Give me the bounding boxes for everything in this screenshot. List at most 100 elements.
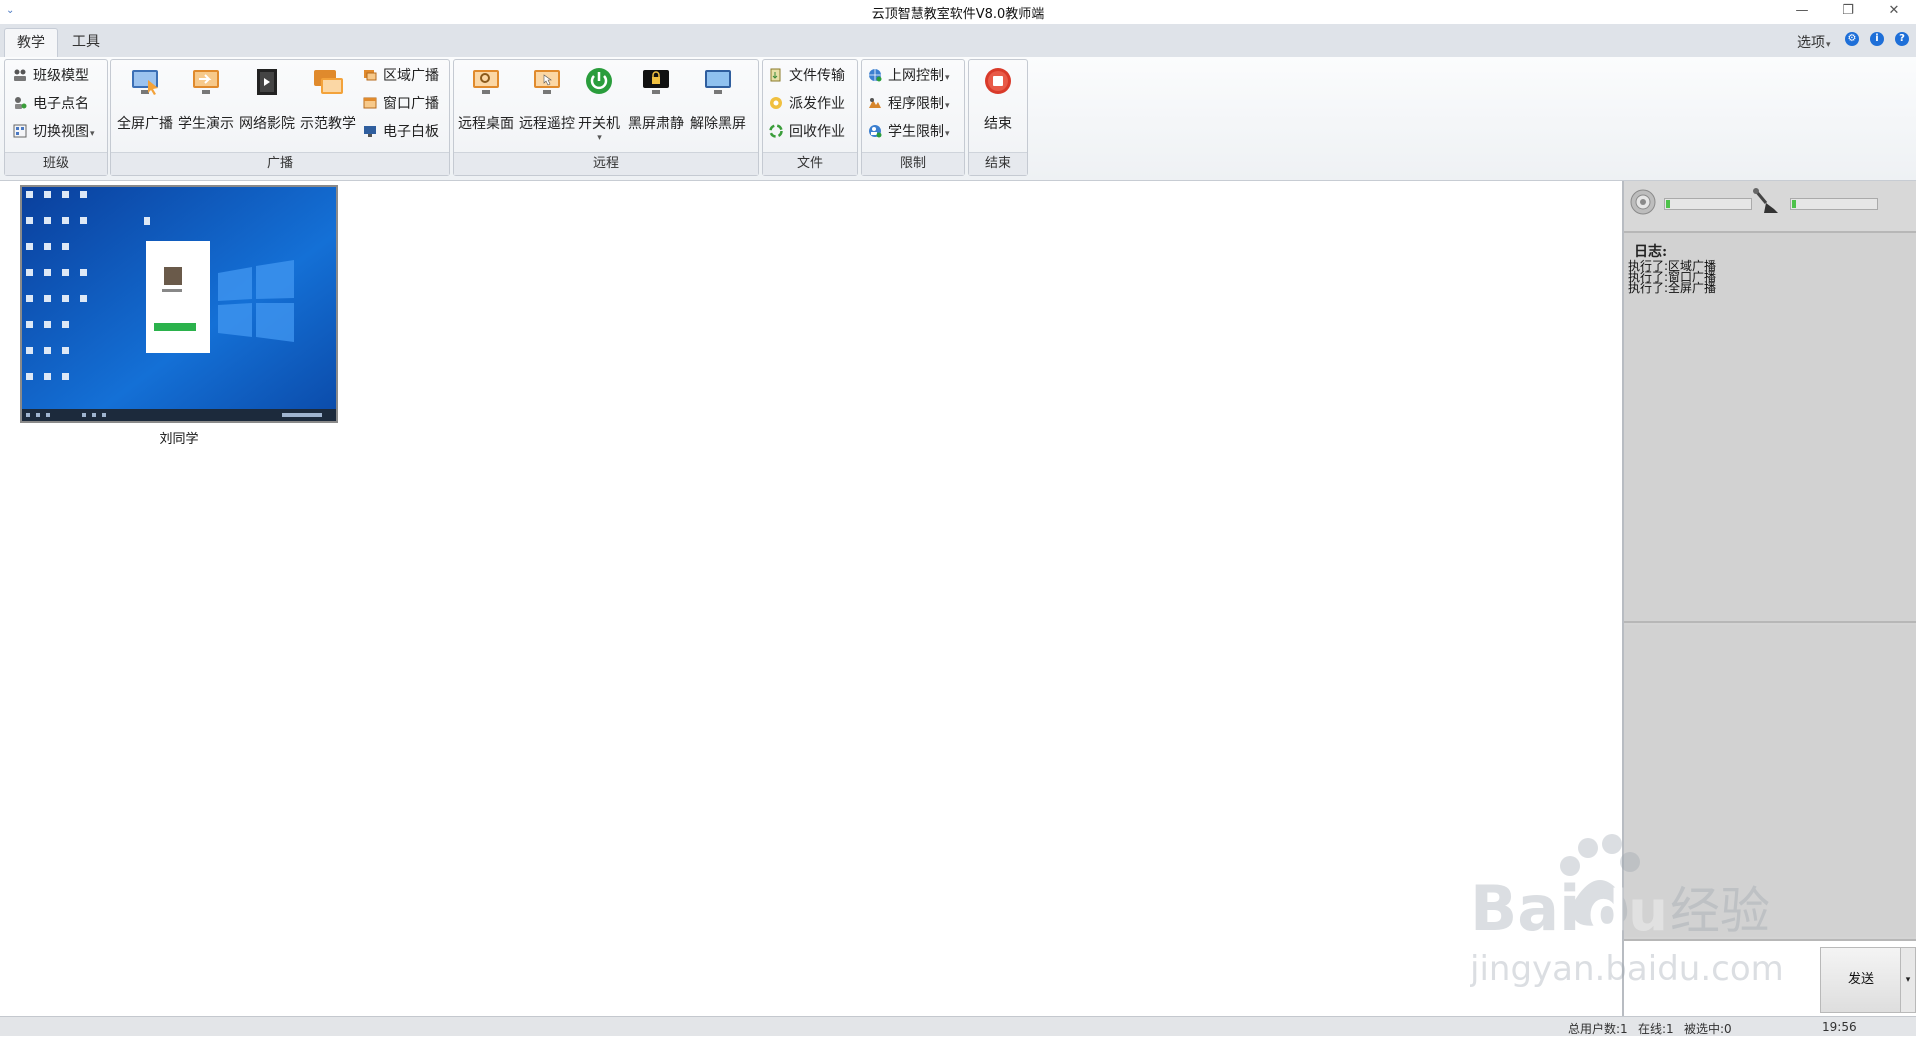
group-label-broadcast: 广播 [111,152,449,175]
unblack-screen-label: 解除黑屏 [690,116,746,132]
roll-call-icon [15,97,27,109]
recycle-icon [769,124,783,138]
student-screen-thumbnail[interactable] [20,185,338,423]
audio-controls [1624,181,1916,233]
class-model-button[interactable]: 班级模型 [13,64,89,88]
switch-view-icon [13,124,27,138]
network-cinema-button[interactable]: 网络影院 [237,66,297,146]
right-panel: 日志: 执行了:区域广播 执行了:窗口广播 执行了:全屏广播 发送 ▾ [1624,181,1916,1018]
close-button[interactable]: ✕ [1872,0,1916,24]
group-file: 文件传输 派发作业 回收作业 文件 [762,59,858,176]
collect-homework-button[interactable]: 回收作业 [769,120,845,144]
total-users-count: 总用户数:1 [1568,1022,1628,1036]
switch-view-label: 切换视图 [33,124,89,140]
remote-desktop-button[interactable]: 远程桌面 [456,66,516,146]
online-count: 在线:1 [1638,1022,1674,1036]
help-icon[interactable]: ? [1895,32,1909,46]
group-label-end: 结束 [969,152,1027,175]
ribbon: 班级模型 电子点名 切换视图▾ 班级 全屏广播 学生演示 网络影院 示范教学 区… [0,57,1916,181]
student-name-label: 刘同学 [159,432,199,447]
status-bar: 总用户数:1 在线:1 被选中:0 19:56 [0,1016,1916,1036]
chevron-down-icon: ▾ [597,133,602,143]
power-label: 开关机 [578,116,620,132]
minimize-button[interactable]: — [1780,0,1824,24]
chevron-down-icon: ▾ [945,73,950,83]
region-broadcast-button[interactable]: 区域广播 [363,64,439,88]
demo-teaching-icon [314,70,343,94]
end-button[interactable]: 结束 [969,66,1027,146]
region-broadcast-icon [364,70,377,81]
send-area: 发送 ▾ [1624,939,1916,1018]
options-menu[interactable]: 选项▾ [1797,32,1831,52]
send-options-dropdown[interactable]: ▾ [1900,947,1916,1013]
student-demo-icon [193,70,219,94]
chevron-down-icon: ▾ [90,129,95,139]
window-broadcast-label: 窗口广播 [383,96,439,112]
internet-control-label: 上网控制 [888,68,944,84]
program-limit-button[interactable]: 程序限制▾ [868,92,950,116]
internet-control-button[interactable]: 上网控制▾ [868,64,950,88]
mic-slider-fill [1792,200,1796,208]
message-input-area[interactable] [1624,625,1916,937]
speaker-icon[interactable] [1630,189,1656,215]
tab-teaching[interactable]: 教学 [4,28,58,58]
volume-slider[interactable] [1664,198,1752,210]
student-limit-button[interactable]: 学生限制▾ [868,120,950,144]
roll-call-button[interactable]: 电子点名 [13,92,89,116]
region-broadcast-label: 区域广播 [383,68,439,84]
file-transfer-button[interactable]: 文件传输 [769,64,845,88]
group-class: 班级模型 电子点名 切换视图▾ 班级 [4,59,108,176]
group-limit: 上网控制▾ 程序限制▾ 学生限制▾ 限制 [861,59,965,176]
window-broadcast-button[interactable]: 窗口广播 [363,92,439,116]
volume-slider-fill [1666,200,1670,208]
chevron-down-icon: ▾ [1826,40,1831,50]
mic-slider[interactable] [1790,198,1878,210]
student-limit-label: 学生限制 [888,124,944,140]
tab-tools[interactable]: 工具 [60,28,112,57]
status-time: 19:56 [1822,1020,1857,1034]
log-panel: 日志: 执行了:区域广播 执行了:窗口广播 执行了:全屏广播 [1624,233,1916,623]
send-button[interactable]: 发送 [1820,947,1902,1013]
whiteboard-button[interactable]: 电子白板 [363,120,439,144]
teacher-console-window: ⌄ 云顶智慧教室软件V8.0教师端 — ❐ ✕ 教学 工具 选项▾ ⚙ i ? … [0,0,1916,1036]
file-transfer-label: 文件传输 [789,68,845,84]
stop-icon [985,68,1011,94]
options-label: 选项 [1797,35,1825,51]
collect-homework-label: 回收作业 [789,124,845,140]
selected-count: 被选中:0 [1684,1022,1732,1036]
fullscreen-broadcast-button[interactable]: 全屏广播 [115,66,175,146]
student-demo-button[interactable]: 学生演示 [176,66,236,146]
info-icon[interactable]: i [1870,32,1884,46]
restore-button[interactable]: ❐ [1826,0,1870,24]
demo-teaching-button[interactable]: 示范教学 [298,66,358,146]
class-model-label: 班级模型 [33,68,89,84]
remote-control-button[interactable]: 远程遥控 [517,66,577,146]
log-title: 日志: [1634,244,1668,260]
internet-control-icon [869,69,882,82]
chevron-down-icon: ▾ [945,129,950,139]
power-button[interactable]: 开关机 ▾ [574,66,624,146]
whiteboard-label: 电子白板 [383,124,439,140]
fullscreen-broadcast-label: 全屏广播 [117,116,173,132]
assign-homework-button[interactable]: 派发作业 [769,92,845,116]
student-desktop-preview [22,187,336,421]
switch-view-button[interactable]: 切换视图▾ [13,120,95,144]
chevron-down-icon: ▾ [945,101,950,111]
settings-icon[interactable]: ⚙ [1845,32,1859,46]
assign-homework-label: 派发作业 [789,96,845,112]
window-broadcast-icon [363,97,377,109]
unblack-screen-button[interactable]: 解除黑屏 [688,66,748,146]
black-screen-button[interactable]: 黑屏肃静 [626,66,686,146]
roll-call-label: 电子点名 [33,96,89,112]
program-limit-label: 程序限制 [888,96,944,112]
title-bar: ⌄ 云顶智慧教室软件V8.0教师端 — ❐ ✕ [0,0,1916,24]
remote-control-icon [534,70,560,94]
remote-desktop-icon [473,70,499,94]
power-icon [586,68,612,94]
group-broadcast: 全屏广播 学生演示 网络影院 示范教学 区域广播 窗口广播 电子白板 广播 [110,59,450,176]
fullscreen-broadcast-icon [132,70,158,95]
group-label-file: 文件 [763,152,857,175]
class-model-icon [14,69,26,81]
network-cinema-label: 网络影院 [239,116,295,132]
microphone-icon[interactable] [1752,187,1782,219]
